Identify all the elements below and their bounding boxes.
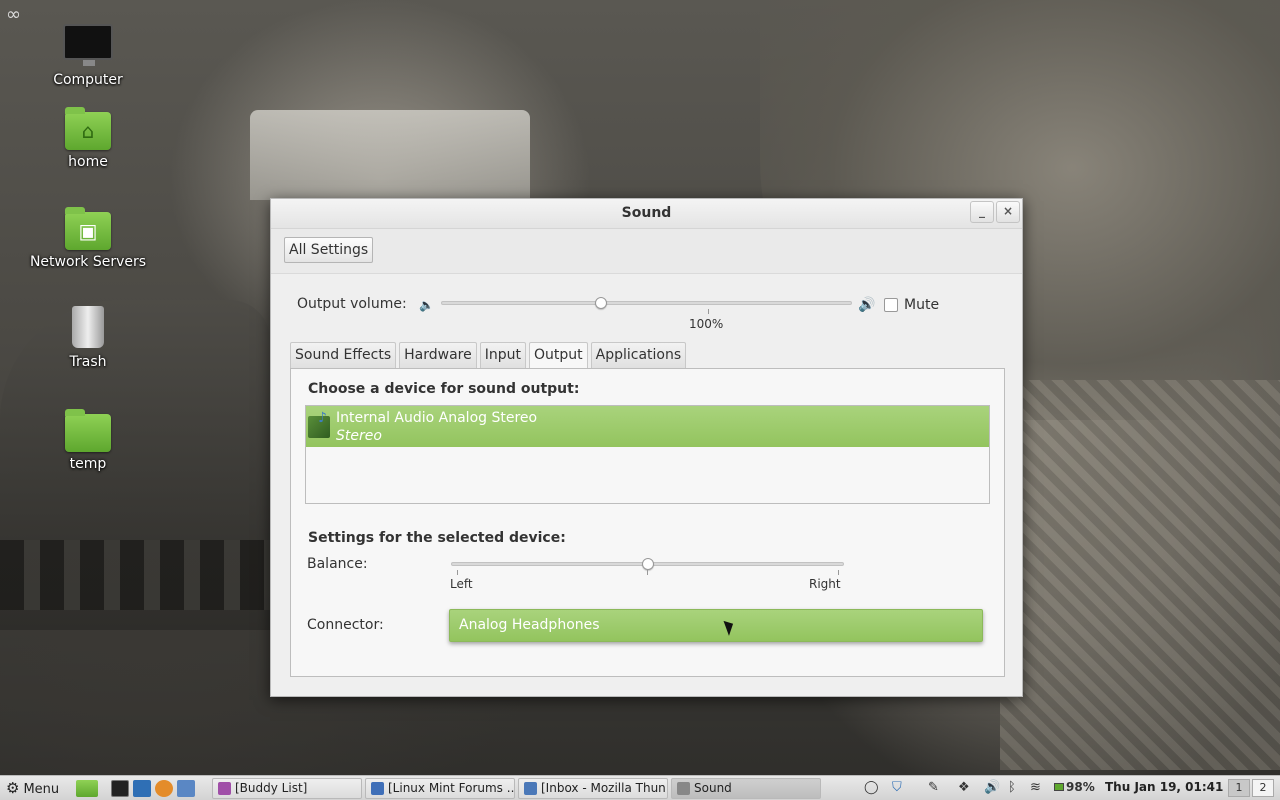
sound-settings-icon	[677, 782, 690, 795]
menu-label: Menu	[23, 782, 60, 797]
balance-center-tick	[647, 570, 648, 575]
mute-checkbox[interactable]	[884, 298, 898, 312]
firefox-icon[interactable]	[155, 780, 173, 797]
volume-high-icon[interactable]: 🔊	[858, 297, 875, 313]
tab-output[interactable]: Output	[528, 342, 588, 370]
balance-right-label: Right	[809, 577, 841, 591]
workspace-1[interactable]: 1	[1228, 779, 1250, 797]
balance-left-tick	[457, 570, 458, 575]
task-label: [Inbox - Mozilla Thun...	[541, 781, 668, 795]
pidgin-icon	[218, 782, 231, 795]
window-titlebar[interactable]: Sound _ ×	[271, 199, 1022, 229]
wallpaper-tread	[0, 540, 270, 610]
balance-label: Balance:	[307, 556, 368, 572]
tab-input[interactable]: Input	[479, 342, 526, 368]
desktop-icon-computer[interactable]: Computer	[18, 24, 158, 88]
show-desktop-icon[interactable]	[76, 780, 98, 797]
volume-icon[interactable]: 🔊	[984, 780, 1000, 795]
output-panel: Choose a device for sound output: Intern…	[290, 368, 1005, 677]
taskbar: ⚙ Menu [Buddy List] [Linux Mint Forums ..…	[0, 775, 1280, 800]
desktop-icon-label: temp	[69, 456, 107, 472]
dropbox-icon[interactable]: ❖	[958, 780, 970, 795]
thunderbird-icon	[524, 782, 537, 795]
sound-window: Sound _ × All Settings Output volume: 🔈 …	[270, 198, 1023, 697]
email-icon[interactable]	[177, 780, 195, 797]
battery-percent: 98%	[1066, 780, 1095, 794]
output-device-list[interactable]: Internal Audio Analog Stereo Stereo	[305, 405, 990, 504]
window-title: Sound	[621, 205, 672, 221]
minimize-button[interactable]: _	[970, 201, 994, 223]
output-volume-label: Output volume:	[297, 296, 407, 312]
all-settings-button[interactable]: All Settings	[284, 237, 374, 263]
desktop-icon-label: home	[68, 154, 108, 170]
home-folder-icon: ⌂	[65, 107, 111, 150]
volume-low-icon[interactable]: 🔈	[419, 298, 434, 312]
desktop-icon-trash[interactable]: Trash	[18, 306, 158, 370]
network-folder-icon: ▣	[65, 207, 111, 250]
output-volume-knob[interactable]	[595, 297, 608, 309]
computer-icon	[63, 24, 113, 66]
choose-device-heading: Choose a device for sound output:	[308, 381, 580, 397]
gear-icon: ⚙	[6, 779, 20, 797]
audio-card-icon	[308, 410, 330, 438]
sound-tabs: Sound Effects Hardware Input Output Appl…	[290, 342, 689, 370]
temp-folder-icon	[65, 409, 111, 452]
desktop-icon-home[interactable]: ⌂ home	[18, 107, 158, 170]
workspace-2[interactable]: 2	[1252, 779, 1274, 797]
chat-icon[interactable]: ◯	[864, 780, 879, 795]
mute-label[interactable]: Mute	[904, 297, 939, 313]
task-inbox-thunderbird[interactable]: [Inbox - Mozilla Thun...	[518, 778, 668, 799]
task-sound[interactable]: Sound	[671, 778, 821, 799]
task-label: [Linux Mint Forums ...	[388, 781, 515, 795]
selected-device-heading: Settings for the selected device:	[308, 530, 566, 546]
task-buddy-list[interactable]: [Buddy List]	[212, 778, 362, 799]
close-button[interactable]: ×	[996, 201, 1020, 223]
wifi-icon[interactable]: ≋	[1030, 780, 1041, 795]
menu-button[interactable]: ⚙ Menu	[6, 779, 59, 798]
tab-applications[interactable]: Applications	[590, 342, 687, 368]
connector-value: Analog Headphones	[459, 617, 600, 633]
balance-knob[interactable]	[641, 558, 654, 570]
web-icon	[371, 782, 384, 795]
balance-right-tick	[838, 570, 839, 575]
output-volume-value: 100%	[689, 317, 724, 331]
task-label: [Buddy List]	[235, 781, 308, 795]
tab-hardware[interactable]: Hardware	[399, 342, 477, 368]
bluetooth-icon[interactable]: ᛒ	[1008, 780, 1016, 795]
browser-icon[interactable]	[133, 780, 151, 797]
balance-left-label: Left	[450, 577, 473, 591]
device-row[interactable]: Internal Audio Analog Stereo Stereo	[306, 406, 989, 447]
desktop-icon-network-servers[interactable]: ▣ Network Servers	[18, 207, 158, 270]
desktop-corner-icon[interactable]: ∞	[6, 4, 21, 25]
update-shield-icon[interactable]: ⛉	[892, 780, 902, 795]
battery-indicator[interactable]: 98%	[1054, 780, 1095, 795]
task-linux-mint-forums[interactable]: [Linux Mint Forums ...	[365, 778, 515, 799]
tab-sound-effects[interactable]: Sound Effects	[290, 342, 397, 368]
volume-100-tick	[708, 309, 709, 314]
terminal-icon[interactable]	[111, 780, 129, 797]
wallpaper-glove	[1000, 380, 1280, 770]
desktop-icon-label: Computer	[53, 72, 123, 88]
device-subtitle: Stereo	[336, 428, 382, 444]
task-label: Sound	[694, 781, 732, 795]
trash-icon	[72, 306, 104, 348]
desktop-icon-label: Trash	[69, 354, 107, 370]
battery-icon	[1054, 783, 1064, 791]
output-volume-slider[interactable]	[441, 301, 852, 305]
desktop-icon-temp[interactable]: temp	[18, 409, 158, 472]
device-name: Internal Audio Analog Stereo	[336, 410, 538, 426]
connector-label: Connector:	[307, 617, 384, 633]
window-toolbar: All Settings	[271, 229, 1022, 274]
desktop-icon-label: Network Servers	[29, 254, 147, 270]
wallpaper-truck	[250, 110, 530, 200]
pin-icon[interactable]: ✎	[928, 780, 939, 795]
clock[interactable]: Thu Jan 19, 01:41	[1105, 780, 1223, 794]
connector-dropdown[interactable]: Analog Headphones	[449, 609, 983, 642]
